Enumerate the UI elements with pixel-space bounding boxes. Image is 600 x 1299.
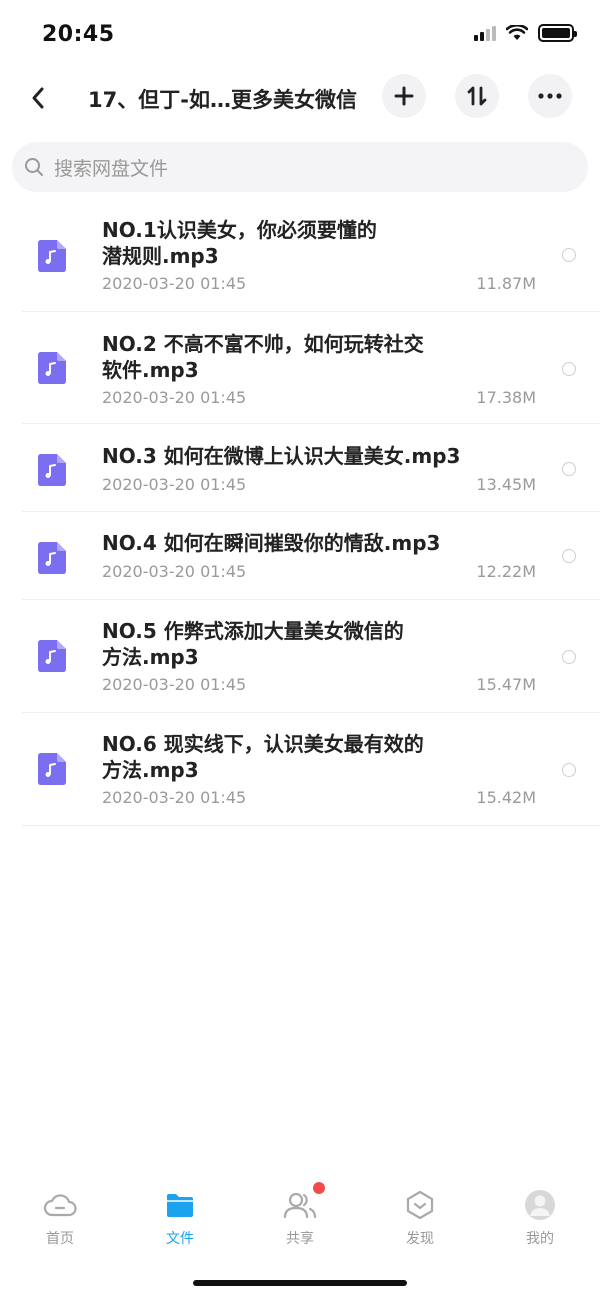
file-name: NO.3 如何在微博上认识大量美女.mp3 bbox=[102, 443, 502, 469]
sort-icon bbox=[467, 86, 487, 106]
chevron-left-icon bbox=[32, 87, 44, 109]
notification-dot bbox=[313, 1182, 325, 1194]
music-file-icon bbox=[38, 454, 66, 486]
file-row[interactable]: NO.4 如何在瞬间摧毁你的情敌.mp3 2020-03-20 01:45 12… bbox=[22, 512, 600, 600]
music-file-icon bbox=[38, 352, 66, 384]
battery-icon bbox=[538, 24, 577, 42]
search-placeholder: 搜索网盘文件 bbox=[54, 157, 169, 180]
nav-bar: 17、但丁-如…更多美女微信 bbox=[0, 70, 600, 126]
file-name-line1: NO.3 如何在微博上认识大量美女.mp3 bbox=[102, 444, 461, 468]
tab-label: 发现 bbox=[406, 1231, 434, 1247]
search-input[interactable]: 搜索网盘文件 bbox=[12, 142, 588, 192]
tab-label: 首页 bbox=[46, 1231, 74, 1247]
tab-bar: 首页 文件 共享 发现 我的 bbox=[0, 1178, 600, 1258]
file-name-line2: 软件.mp3 bbox=[102, 358, 199, 382]
file-row[interactable]: NO.1认识美女，你必须要懂的 潜规则.mp3 2020-03-20 01:45… bbox=[22, 200, 600, 312]
select-checkbox[interactable] bbox=[562, 549, 576, 563]
status-bar: 20:45 bbox=[0, 0, 600, 70]
select-checkbox[interactable] bbox=[562, 248, 576, 262]
people-icon bbox=[283, 1182, 325, 1222]
file-name: NO.4 如何在瞬间摧毁你的情敌.mp3 bbox=[102, 530, 502, 556]
music-file-icon bbox=[38, 542, 66, 574]
file-date: 2020-03-20 01:45 bbox=[102, 788, 247, 807]
file-date: 2020-03-20 01:45 bbox=[102, 475, 247, 494]
tab-me[interactable]: 我的 bbox=[480, 1178, 600, 1248]
music-file-icon bbox=[38, 240, 66, 272]
file-name-line1: NO.1认识美女，你必须要懂的 bbox=[102, 218, 377, 242]
file-name: NO.2 不高不富不帅，如何玩转社交 软件.mp3 bbox=[102, 331, 462, 383]
file-date: 2020-03-20 01:45 bbox=[102, 388, 247, 407]
cloud-icon bbox=[43, 1188, 77, 1222]
tab-label: 共享 bbox=[286, 1231, 314, 1247]
plus-icon bbox=[394, 86, 414, 106]
file-name-line1: NO.6 现实线下，认识美女最有效的 bbox=[102, 732, 424, 756]
cellular-signal-icon bbox=[474, 25, 496, 41]
select-checkbox[interactable] bbox=[562, 763, 576, 777]
more-dots-icon bbox=[538, 93, 562, 99]
file-size: 12.22M bbox=[476, 562, 536, 581]
file-name-line2: 方法.mp3 bbox=[102, 758, 199, 782]
file-name: NO.1认识美女，你必须要懂的 潜规则.mp3 bbox=[102, 217, 462, 269]
file-date: 2020-03-20 01:45 bbox=[102, 274, 247, 293]
status-time: 20:45 bbox=[42, 22, 115, 47]
file-size: 15.47M bbox=[476, 675, 536, 694]
home-indicator[interactable] bbox=[193, 1280, 407, 1286]
file-row[interactable]: NO.3 如何在微博上认识大量美女.mp3 2020-03-20 01:45 1… bbox=[22, 424, 600, 512]
file-size: 17.38M bbox=[476, 388, 536, 407]
select-checkbox[interactable] bbox=[562, 462, 576, 476]
file-name-line1: NO.2 不高不富不帅，如何玩转社交 bbox=[102, 332, 424, 356]
music-file-icon bbox=[38, 753, 66, 785]
back-button[interactable] bbox=[18, 78, 58, 118]
tab-label: 我的 bbox=[526, 1231, 554, 1247]
tab-discover[interactable]: 发现 bbox=[360, 1178, 480, 1248]
file-date: 2020-03-20 01:45 bbox=[102, 562, 247, 581]
status-icons bbox=[474, 24, 577, 42]
file-row[interactable]: NO.2 不高不富不帅，如何玩转社交 软件.mp3 2020-03-20 01:… bbox=[22, 312, 600, 424]
search-icon bbox=[25, 158, 43, 176]
discover-icon bbox=[403, 1188, 437, 1222]
file-row[interactable]: NO.6 现实线下，认识美女最有效的 方法.mp3 2020-03-20 01:… bbox=[22, 713, 600, 826]
page-title: 17、但丁-如…更多美女微信 bbox=[88, 88, 357, 112]
select-checkbox[interactable] bbox=[562, 362, 576, 376]
select-checkbox[interactable] bbox=[562, 650, 576, 664]
music-file-icon bbox=[38, 640, 66, 672]
file-size: 11.87M bbox=[476, 274, 536, 293]
file-name-line1: NO.4 如何在瞬间摧毁你的情敌.mp3 bbox=[102, 531, 441, 555]
wifi-icon bbox=[506, 25, 528, 40]
file-name-line2: 潜规则.mp3 bbox=[102, 244, 219, 268]
add-button[interactable] bbox=[382, 74, 426, 118]
file-name: NO.6 现实线下，认识美女最有效的 方法.mp3 bbox=[102, 731, 462, 783]
tab-share[interactable]: 共享 bbox=[240, 1178, 360, 1248]
file-size: 13.45M bbox=[476, 475, 536, 494]
file-name-line2: 方法.mp3 bbox=[102, 645, 199, 669]
file-list: NO.1认识美女，你必须要懂的 潜规则.mp3 2020-03-20 01:45… bbox=[0, 200, 600, 826]
tab-files[interactable]: 文件 bbox=[120, 1178, 240, 1248]
tab-home[interactable]: 首页 bbox=[0, 1178, 120, 1248]
avatar-icon bbox=[523, 1188, 557, 1222]
file-date: 2020-03-20 01:45 bbox=[102, 675, 247, 694]
more-button[interactable] bbox=[528, 74, 572, 118]
folder-icon bbox=[163, 1188, 197, 1222]
tab-label: 文件 bbox=[166, 1231, 194, 1247]
file-name-line1: NO.5 作弊式添加大量美女微信的 bbox=[102, 619, 404, 643]
file-row[interactable]: NO.5 作弊式添加大量美女微信的 方法.mp3 2020-03-20 01:4… bbox=[22, 600, 600, 713]
file-name: NO.5 作弊式添加大量美女微信的 方法.mp3 bbox=[102, 618, 462, 670]
file-size: 15.42M bbox=[476, 788, 536, 807]
sort-button[interactable] bbox=[455, 74, 499, 118]
